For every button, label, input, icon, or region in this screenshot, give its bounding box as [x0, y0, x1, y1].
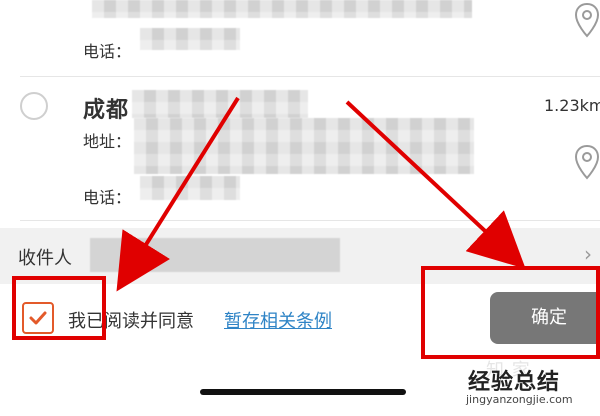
phone-blur [140, 176, 240, 200]
row-divider-bottom [20, 220, 600, 221]
confirm-highlight-box [421, 266, 600, 359]
screen: 电话： 成都 地址： 电话： 1.23km 收件人 › 我已阅读并同意 暂存相关… [0, 0, 600, 416]
checkbox-highlight-box [12, 276, 106, 340]
watermark-sub: jingyanzongjie.com [466, 393, 573, 406]
top-phone-blur [140, 28, 240, 50]
name-blur [132, 90, 308, 118]
agreement-link[interactable]: 暂存相关条例 [224, 307, 332, 333]
location-icon[interactable] [574, 144, 600, 186]
address-name: 成都 [83, 98, 130, 123]
phone-label: 电话： [83, 188, 132, 207]
address-blur [134, 118, 474, 174]
recipient-label: 收件人 [18, 248, 72, 269]
recipient-blur [90, 238, 340, 272]
chevron-right-icon: › [584, 242, 592, 266]
phone-label-top: 电话： [83, 42, 132, 61]
distance-value: 1.23km [544, 96, 600, 115]
location-icon-top[interactable] [574, 2, 600, 44]
radio-select-address[interactable] [20, 92, 48, 120]
watermark-main: 经验总结 [468, 370, 561, 395]
top-address-blur [92, 0, 472, 18]
home-indicator [200, 389, 406, 395]
row-divider-top [20, 76, 600, 77]
address-label: 地址： [83, 132, 132, 151]
